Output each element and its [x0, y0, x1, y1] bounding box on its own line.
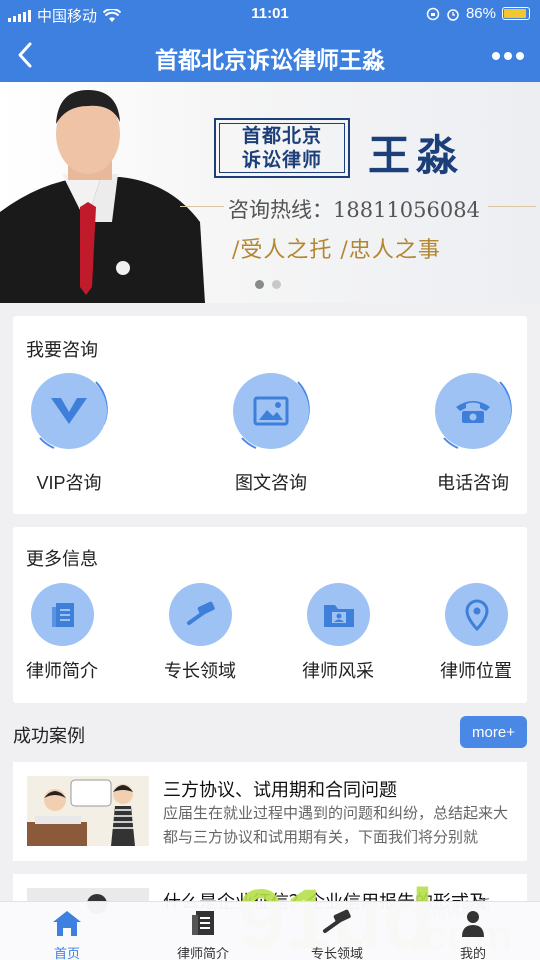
location-pin-icon	[445, 583, 508, 646]
page-title: 首都北京诉讼律师王淼	[155, 47, 385, 73]
divider-right	[488, 206, 536, 207]
consult-card: 我要咨询 VIP咨询 图文咨询 电话咨询	[13, 316, 527, 514]
battery-icon	[502, 7, 530, 20]
title-stamp: 首都北京 诉讼律师	[214, 118, 350, 178]
case-list-item[interactable]: 三方协议、试用期和合同问题 应届生在就业过程中遇到的问题和纠纷，总结起来大都与三…	[13, 762, 527, 861]
more-info-card: 更多信息 律师简介 专长领域 律师风采 律师位置	[13, 527, 527, 703]
nav-bar: 首都北京诉讼律师王淼	[0, 28, 540, 82]
lawyer-location-label: 律师位置	[440, 661, 512, 681]
vip-icon	[31, 373, 107, 449]
tab-expertise-label: 专长领域	[310, 946, 363, 960]
carousel-dot[interactable]	[255, 280, 264, 289]
image-consult-label: 图文咨询	[235, 473, 307, 493]
tab-mine[interactable]: 我的	[418, 906, 528, 960]
lawyer-name: 王淼	[368, 131, 465, 180]
motto-text: /受人之托 /忠人之事	[232, 238, 441, 263]
tab-lawyer-profile-label: 律师简介	[176, 946, 229, 960]
battery-percent: 86%	[465, 5, 496, 22]
consult-title: 我要咨询	[26, 340, 98, 360]
tab-lawyer-profile[interactable]: 律师简介	[148, 906, 258, 960]
case-title: 三方协议、试用期和合同问题	[163, 780, 397, 800]
more-button[interactable]: more+	[460, 716, 527, 748]
gavel-icon	[169, 583, 232, 646]
telephone-icon	[435, 373, 511, 449]
divider-left	[180, 206, 224, 207]
stamp-line-2: 诉讼律师	[241, 149, 322, 171]
back-arrow-icon[interactable]	[12, 40, 40, 70]
expertise-label: 专长领域	[164, 661, 236, 681]
status-bar: 中国移动 11:01 86%	[0, 0, 540, 28]
more-info-title: 更多信息	[26, 549, 98, 569]
alarm-icon	[447, 8, 459, 21]
gavel-icon	[323, 909, 351, 933]
vip-consult-label: VIP咨询	[36, 473, 102, 493]
home-icon	[53, 911, 81, 936]
carousel-indicator	[255, 280, 281, 289]
tab-expertise[interactable]: 专长领域	[282, 906, 392, 960]
user-icon	[462, 911, 484, 937]
folder-icon	[307, 583, 370, 646]
case-thumbnail	[27, 776, 149, 846]
image-icon	[233, 373, 309, 449]
rotation-lock-icon	[426, 7, 440, 20]
lawyer-style-label: 律师风采	[302, 661, 374, 681]
stamp-line-1: 首都北京	[241, 125, 322, 147]
tab-home-label: 首页	[53, 946, 80, 960]
document-icon	[192, 911, 214, 935]
phone-consult-label: 电话咨询	[437, 473, 509, 493]
banner-carousel[interactable]: 首都北京 诉讼律师 王淼 咨询热线：18811056084 /受人之托 /忠人之…	[0, 82, 540, 303]
tab-mine-label: 我的	[459, 946, 486, 960]
lawyer-portrait	[0, 90, 205, 303]
tab-bar: 首页 律师简介 专长领域 我的	[0, 901, 540, 960]
cases-section-title: 成功案例	[13, 726, 85, 746]
document-icon	[31, 583, 94, 646]
hotline-text: 咨询热线：18811056084	[228, 198, 480, 222]
carousel-dot[interactable]	[272, 280, 281, 289]
tab-home[interactable]: 首页	[12, 906, 122, 960]
more-options-icon[interactable]	[492, 52, 524, 60]
lawyer-profile-label: 律师简介	[26, 661, 98, 681]
case-description: 应届生在就业过程中遇到的问题和纠纷，总结起来大都与三方协议和试用期有关，下面我们…	[163, 805, 509, 846]
